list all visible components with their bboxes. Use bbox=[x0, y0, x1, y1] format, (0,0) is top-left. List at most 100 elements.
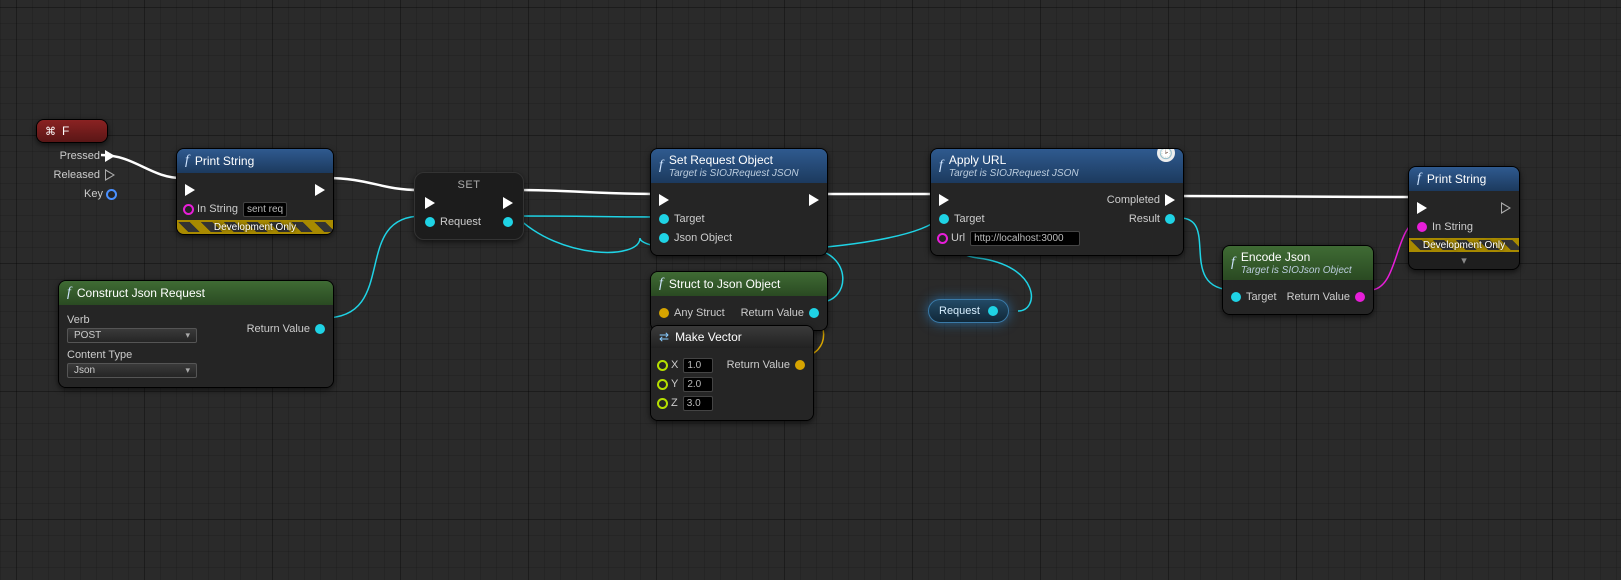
print1-exec-out[interactable] bbox=[315, 184, 325, 196]
stj-return-pin[interactable] bbox=[809, 308, 819, 318]
construct-return-label: Return Value bbox=[247, 323, 310, 335]
mv-return-label: Return Value bbox=[727, 359, 790, 371]
function-icon: f bbox=[67, 285, 71, 301]
sro-exec-in[interactable] bbox=[659, 194, 669, 206]
struct-to-json-node[interactable]: f Struct to Json Object Any Struct Retur… bbox=[650, 271, 828, 331]
set-variable-node[interactable]: SET Request bbox=[414, 172, 524, 240]
mv-header: ⇄ Make Vector bbox=[651, 326, 813, 348]
sro-json-label: Json Object bbox=[674, 232, 732, 244]
construct-json-request-node[interactable]: f Construct Json Request Verb POST Retur… bbox=[58, 280, 334, 388]
apply-target-label: Target bbox=[954, 213, 985, 225]
apply-result-label: Result bbox=[1129, 213, 1160, 225]
apply-exec-in[interactable] bbox=[939, 194, 949, 206]
construct-header: f Construct Json Request bbox=[59, 281, 333, 305]
event-pins: Pressed Released Key bbox=[40, 145, 115, 205]
print1-instring-pin[interactable] bbox=[185, 206, 192, 213]
encode-header: f Encode Json Target is SIOJson Object bbox=[1223, 246, 1373, 280]
pressed-pin[interactable] bbox=[105, 150, 115, 162]
print2-devonly: Development Only bbox=[1409, 238, 1519, 252]
print-string-node-2[interactable]: f Print String In String Development Onl… bbox=[1408, 166, 1520, 270]
print2-instring-label: In String bbox=[1432, 221, 1473, 233]
event-header: ⌘ F bbox=[37, 120, 107, 142]
function-icon: f bbox=[1417, 171, 1421, 187]
print2-instring-pin[interactable] bbox=[1417, 222, 1427, 232]
encode-title: Encode Json bbox=[1241, 250, 1352, 264]
mv-z-value[interactable]: 3.0 bbox=[683, 396, 713, 411]
key-label: Key bbox=[84, 188, 103, 200]
apply-title: Apply URL bbox=[949, 153, 1079, 167]
function-icon: f bbox=[659, 276, 663, 292]
encode-return-label: Return Value bbox=[1287, 291, 1350, 303]
print-string-node-1[interactable]: f Print String In String sent req Develo… bbox=[176, 148, 334, 235]
construct-title: Construct Json Request bbox=[77, 286, 205, 300]
print1-instring-label: In String bbox=[197, 203, 238, 215]
verb-dropdown[interactable]: POST bbox=[67, 328, 197, 343]
apply-url-node[interactable]: 🕑 f Apply URL Target is SIOJRequest JSON… bbox=[930, 148, 1184, 256]
request-variable-get[interactable]: Request bbox=[928, 299, 1009, 323]
sro-exec-out[interactable] bbox=[809, 194, 819, 206]
stj-header: f Struct to Json Object bbox=[651, 272, 827, 296]
mv-z-pin[interactable] bbox=[659, 400, 666, 407]
print2-exec-in[interactable] bbox=[1417, 202, 1427, 214]
set-request-label: Request bbox=[440, 216, 481, 228]
apply-result-pin[interactable] bbox=[1165, 214, 1175, 224]
stj-anystruct-pin[interactable] bbox=[659, 308, 669, 318]
function-icon: f bbox=[1231, 255, 1235, 271]
encode-json-node[interactable]: f Encode Json Target is SIOJson Object T… bbox=[1222, 245, 1374, 315]
keyboard-icon: ⌘ bbox=[45, 125, 56, 138]
print2-title: Print String bbox=[1427, 172, 1486, 186]
make-vector-node[interactable]: ⇄ Make Vector X 1.0 Return Value Y 2.0 Z 3.… bbox=[650, 325, 814, 421]
function-icon: f bbox=[939, 158, 943, 174]
apply-sub: Target is SIOJRequest JSON bbox=[949, 168, 1079, 179]
contenttype-label: Content Type bbox=[67, 349, 132, 361]
print1-header: f Print String bbox=[177, 149, 333, 173]
encode-target-pin[interactable] bbox=[1231, 292, 1241, 302]
link-icon: ⇄ bbox=[659, 330, 669, 344]
set-request-out[interactable] bbox=[503, 217, 513, 227]
key-pin[interactable] bbox=[108, 191, 115, 198]
stj-title: Struct to Json Object bbox=[669, 277, 780, 291]
set-request-object-node[interactable]: f Set Request Object Target is SIOJReque… bbox=[650, 148, 828, 256]
released-label: Released bbox=[54, 169, 100, 181]
apply-target-pin[interactable] bbox=[939, 214, 949, 224]
event-node-f[interactable]: ⌘ F bbox=[36, 119, 108, 143]
set-exec-out[interactable] bbox=[503, 197, 513, 209]
expand-chevron-icon[interactable]: ▾ bbox=[1409, 252, 1519, 269]
mv-y-pin[interactable] bbox=[659, 381, 666, 388]
print2-exec-out[interactable] bbox=[1501, 202, 1511, 214]
mv-x-label: X bbox=[671, 359, 678, 371]
apply-completed-label: Completed bbox=[1107, 194, 1160, 206]
request-var-pin[interactable] bbox=[988, 306, 998, 316]
sro-target-pin[interactable] bbox=[659, 214, 669, 224]
encode-return-pin[interactable] bbox=[1355, 292, 1365, 302]
print1-exec-in[interactable] bbox=[185, 184, 195, 196]
contenttype-dropdown[interactable]: Json bbox=[67, 363, 197, 378]
set-exec-in[interactable] bbox=[425, 197, 435, 209]
set-request-in[interactable] bbox=[425, 217, 435, 227]
released-pin[interactable] bbox=[105, 169, 115, 181]
apply-header: f Apply URL Target is SIOJRequest JSON bbox=[931, 149, 1183, 183]
mv-x-value[interactable]: 1.0 bbox=[683, 358, 713, 373]
sro-target-label: Target bbox=[674, 213, 705, 225]
function-icon: f bbox=[185, 153, 189, 169]
sro-header: f Set Request Object Target is SIOJReque… bbox=[651, 149, 827, 183]
apply-url-label: Url bbox=[951, 232, 965, 244]
mv-return-pin[interactable] bbox=[795, 360, 805, 370]
apply-url-pin[interactable] bbox=[939, 235, 946, 242]
encode-target-label: Target bbox=[1246, 291, 1277, 303]
print1-instring-value[interactable]: sent req bbox=[243, 202, 287, 217]
mv-y-label: Y bbox=[671, 378, 678, 390]
construct-return-pin[interactable] bbox=[315, 324, 325, 334]
stj-return-label: Return Value bbox=[741, 307, 804, 319]
mv-y-value[interactable]: 2.0 bbox=[683, 377, 713, 392]
apply-completed-pin[interactable] bbox=[1165, 194, 1175, 206]
sro-sub: Target is SIOJRequest JSON bbox=[669, 168, 799, 179]
apply-url-value[interactable]: http://localhost:3000 bbox=[970, 231, 1080, 246]
mv-title: Make Vector bbox=[675, 330, 742, 344]
sro-json-pin[interactable] bbox=[659, 233, 669, 243]
encode-sub: Target is SIOJson Object bbox=[1241, 265, 1352, 276]
set-title: SET bbox=[425, 179, 513, 191]
print1-devonly: Development Only bbox=[177, 220, 333, 234]
mv-x-pin[interactable] bbox=[659, 362, 666, 369]
mv-z-label: Z bbox=[671, 397, 678, 409]
